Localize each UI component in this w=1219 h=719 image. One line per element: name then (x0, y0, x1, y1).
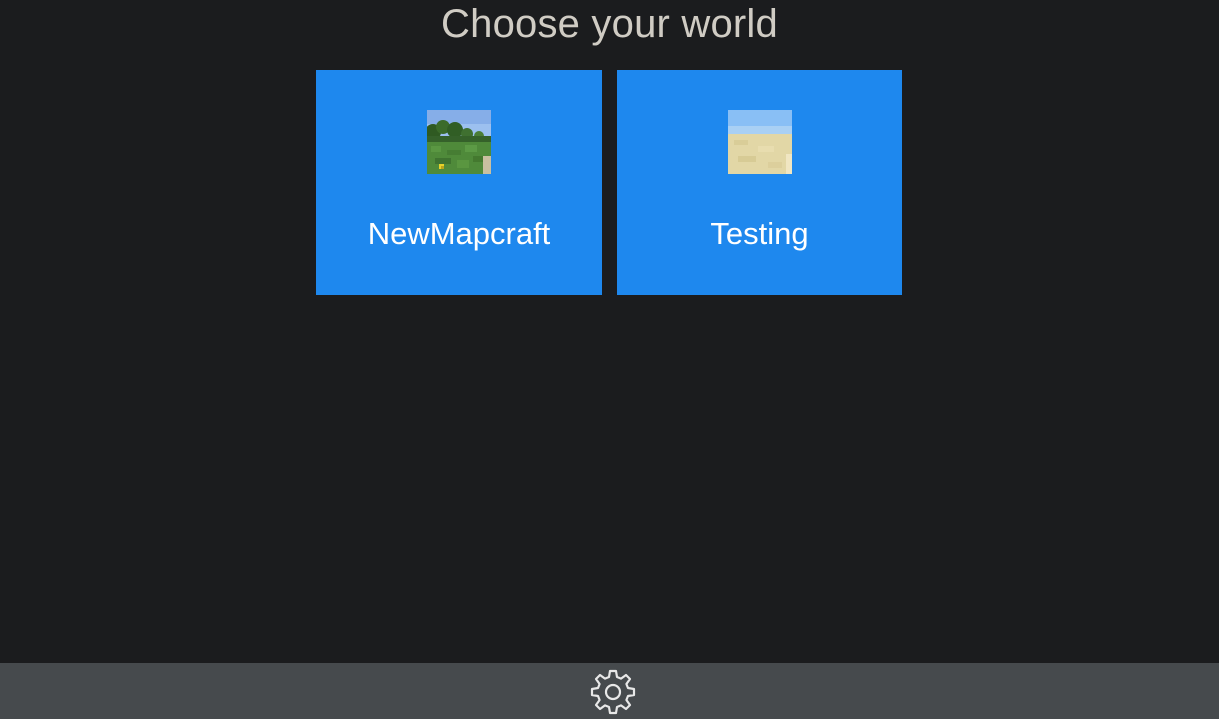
sand-landscape-thumbnail-icon (727, 110, 792, 174)
page-title: Choose your world (441, 2, 778, 46)
gear-icon[interactable] (589, 668, 637, 716)
world-list: NewMapcraft Testing (316, 70, 902, 295)
bottom-toolbar (0, 663, 1219, 719)
world-name-label: Testing (710, 216, 809, 251)
grass-landscape-thumbnail-icon (427, 110, 491, 174)
world-name-label: NewMapcraft (367, 216, 551, 251)
world-tile-newmapcraft[interactable]: NewMapcraft (316, 70, 602, 295)
world-tile-testing[interactable]: Testing (617, 70, 902, 295)
world-selection-screen: Choose your world NewMapcraft Testing (0, 0, 1219, 719)
